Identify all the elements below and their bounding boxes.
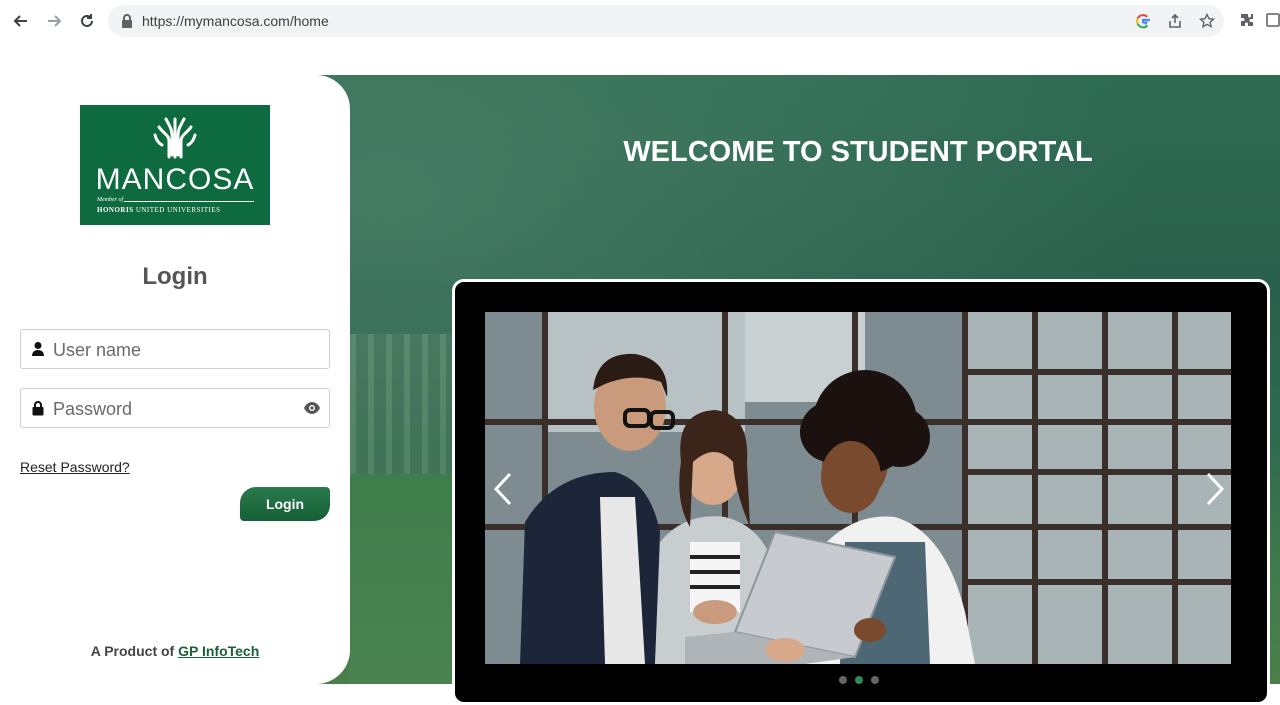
reset-password-link[interactable]: Reset Password? [20, 459, 130, 475]
product-credit-prefix: A Product of [90, 643, 175, 659]
gp-infotech-link[interactable]: GP InfoTech [178, 643, 259, 659]
image-carousel [452, 279, 1270, 705]
carousel-dot-2[interactable] [855, 676, 863, 684]
login-panel: MANCOSA Member of HONORIS UNITED UNIVERS… [0, 75, 350, 684]
campus-lawn-image [350, 474, 452, 684]
back-icon[interactable] [10, 10, 32, 32]
username-input[interactable] [51, 330, 295, 370]
url-text[interactable]: https://mymancosa.com/home [142, 13, 329, 29]
lock-icon [32, 401, 44, 416]
login-button[interactable]: Login [240, 487, 330, 521]
mancosa-logo[interactable]: MANCOSA Member of HONORIS UNITED UNIVERS… [80, 105, 270, 225]
logo-member-of: Member of [97, 197, 124, 203]
extensions-icon[interactable] [1237, 10, 1257, 30]
mancosa-emblem-icon [153, 117, 197, 159]
logo-affiliation-bold: HONORIS [97, 206, 134, 214]
password-input[interactable] [51, 389, 295, 429]
star-icon[interactable] [1198, 12, 1216, 30]
welcome-heading: WELCOME TO STUDENT PORTAL [623, 136, 1093, 168]
reload-icon[interactable] [76, 10, 98, 32]
side-panel-icon[interactable] [1266, 10, 1280, 30]
carousel-dot-3[interactable] [871, 676, 879, 684]
students-with-laptop-photo [485, 312, 1231, 664]
logo-divider [124, 201, 254, 202]
password-field[interactable] [20, 388, 330, 429]
carousel-indicators [839, 676, 879, 684]
lock-icon[interactable] [120, 13, 134, 29]
logo-affiliation-rest: UNITED UNIVERSITIES [135, 206, 221, 214]
show-password-eye-icon[interactable] [303, 401, 321, 415]
campus-building-image [350, 334, 452, 474]
logo-affiliation: HONORIS UNITED UNIVERSITIES [97, 206, 221, 214]
share-icon[interactable] [1166, 12, 1184, 30]
address-bar[interactable]: https://mymancosa.com/home [108, 5, 1224, 37]
carousel-dot-1[interactable] [839, 676, 847, 684]
browser-toolbar: https://mymancosa.com/home [0, 0, 1280, 42]
login-title: Login [142, 263, 208, 290]
username-field[interactable] [20, 329, 330, 370]
google-icon[interactable] [1134, 12, 1152, 30]
logo-name: MANCOSA [95, 163, 255, 196]
forward-icon[interactable] [43, 10, 65, 32]
user-icon [32, 342, 44, 356]
carousel-slide-image [485, 312, 1231, 664]
carousel-next-arrow[interactable] [1205, 472, 1225, 506]
product-credit: A Product of GP InfoTech [0, 643, 350, 659]
carousel-prev-arrow[interactable] [493, 472, 513, 506]
